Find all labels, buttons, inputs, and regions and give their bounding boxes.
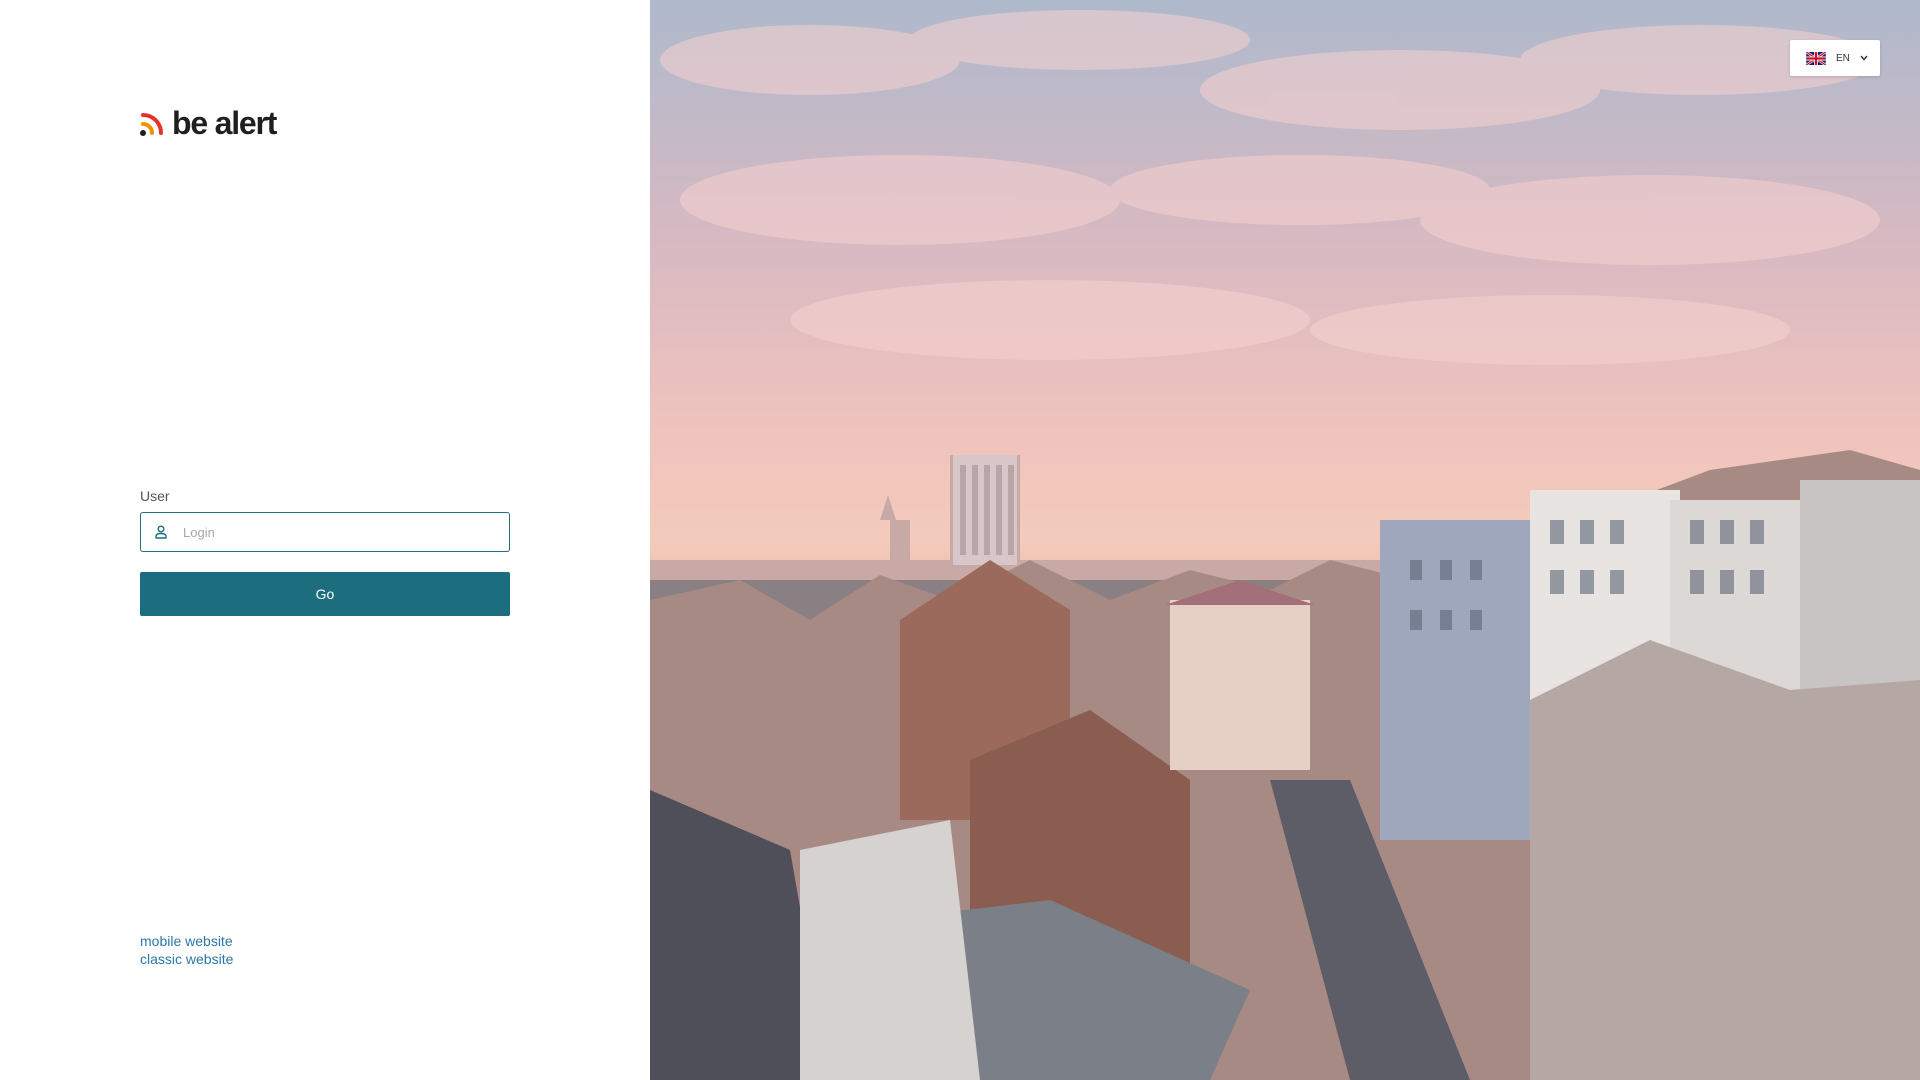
mobile-website-link[interactable]: mobile website <box>140 932 233 950</box>
go-button[interactable]: Go <box>140 572 510 616</box>
uk-flag-icon <box>1806 51 1826 65</box>
login-panel: be alert User Go mobile website classic … <box>0 0 650 1080</box>
user-input-wrapper[interactable] <box>140 512 510 552</box>
user-label: User <box>140 488 170 504</box>
signal-wave-icon <box>140 113 163 136</box>
chevron-down-icon <box>1860 55 1868 61</box>
login-page: be alert User Go mobile website classic … <box>0 0 1920 1080</box>
language-selector[interactable]: EN <box>1790 40 1880 76</box>
footer-links: mobile website classic website <box>140 932 233 968</box>
login-input[interactable] <box>181 513 505 551</box>
logo-text: be alert <box>172 105 277 141</box>
user-icon <box>153 524 169 540</box>
language-code: EN <box>1836 52 1850 64</box>
be-alert-logo: be alert <box>140 105 277 141</box>
classic-website-link[interactable]: classic website <box>140 950 233 968</box>
city-skyline-illustration <box>650 10 1920 1080</box>
city-rooftops-photo <box>650 0 1920 1080</box>
